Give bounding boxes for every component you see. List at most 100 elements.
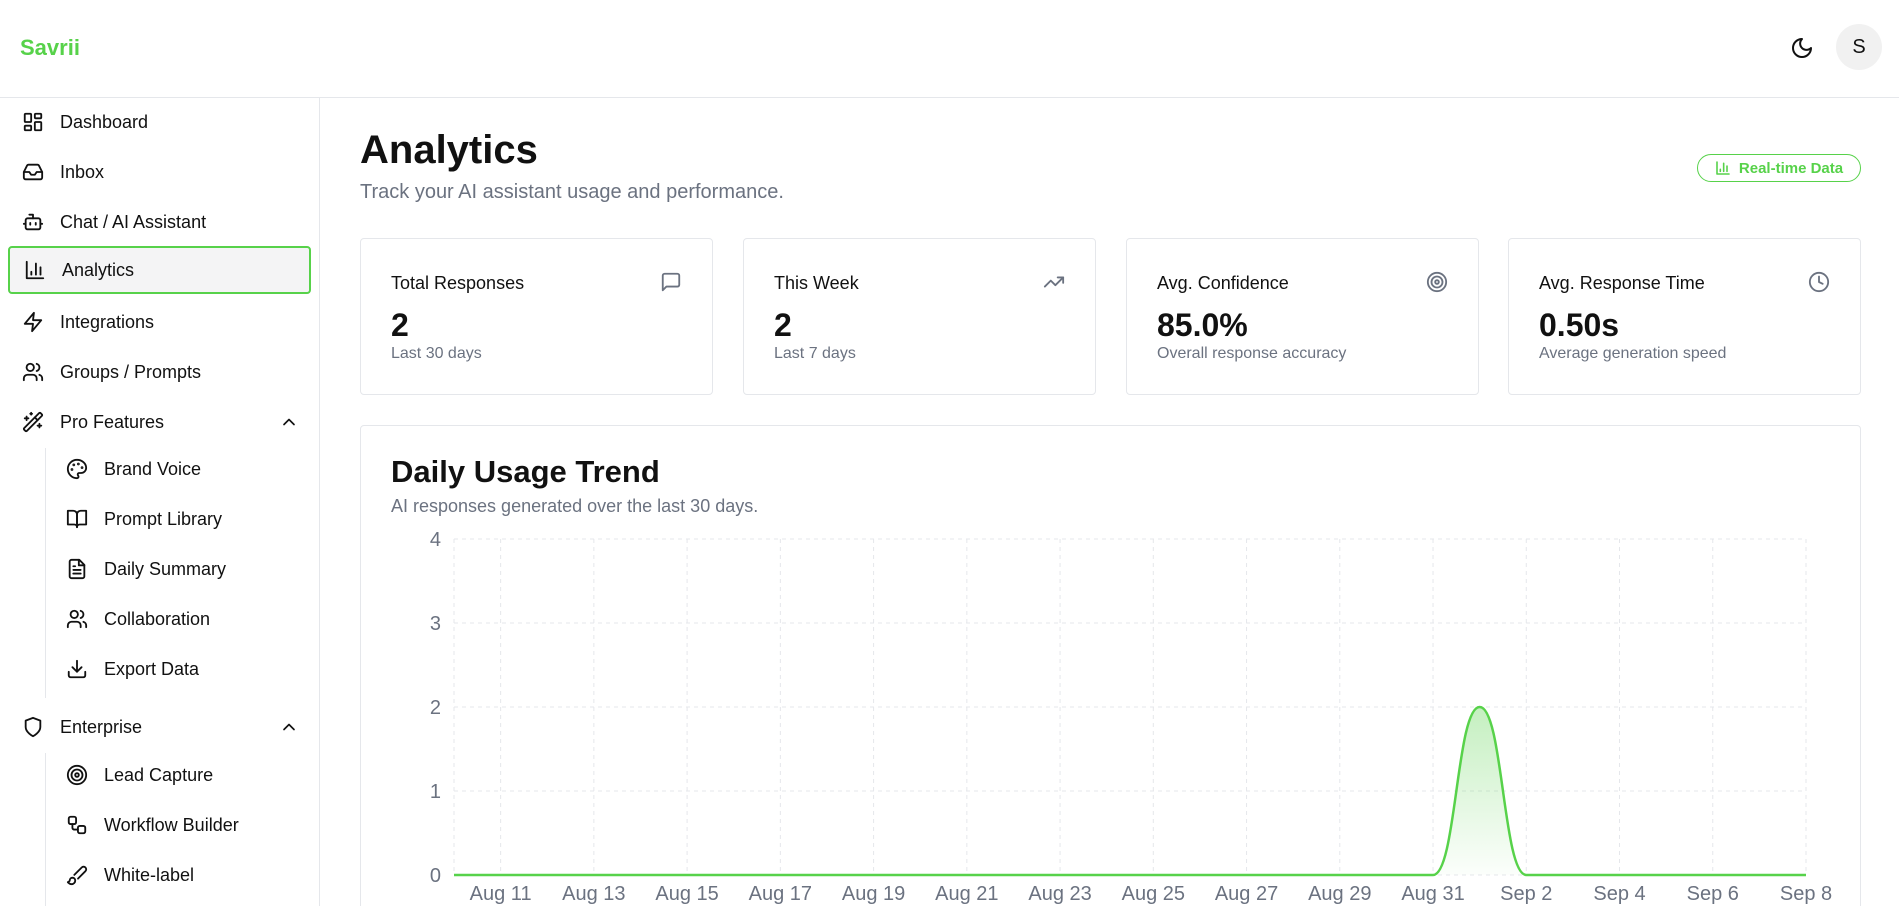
- sidebar-group-label: Enterprise: [60, 716, 143, 737]
- sidebar-group-enterprise[interactable]: Enterprise: [8, 703, 311, 751]
- sidebar-item-lead-capture[interactable]: Lead Capture: [54, 752, 311, 798]
- stat-card-subtitle: Last 7 days: [774, 345, 856, 362]
- usage-point[interactable]: [544, 872, 550, 878]
- chevron-up-icon[interactable]: [279, 717, 299, 737]
- stat-card-title: Avg. Confidence: [1157, 273, 1289, 293]
- sidebar-item-white-label[interactable]: White-label: [54, 852, 311, 898]
- usage-point[interactable]: [1010, 872, 1016, 878]
- sidebar-item-label: Workflow Builder: [104, 814, 239, 835]
- usage-point[interactable]: [1150, 872, 1156, 878]
- shield-icon: [20, 714, 46, 740]
- usage-point[interactable]: [1197, 872, 1203, 878]
- sidebar-item-daily-summary[interactable]: Daily Summary: [54, 546, 311, 592]
- usage-point[interactable]: [498, 872, 504, 878]
- usage-point[interactable]: [1477, 704, 1483, 710]
- book-open-icon: [64, 506, 90, 532]
- target-icon: [1426, 271, 1448, 293]
- usage-point[interactable]: [1756, 872, 1762, 878]
- daily-usage-chart-panel: Daily Usage Trend AI responses generated…: [360, 425, 1861, 906]
- zap-icon: [20, 309, 46, 335]
- sidebar-item-label: Chat / AI Assistant: [60, 211, 207, 232]
- stat-card-title: Avg. Response Time: [1539, 273, 1705, 293]
- y-tick-label: 1: [430, 781, 441, 803]
- usage-point[interactable]: [777, 872, 783, 878]
- sidebar-item-export-data[interactable]: Export Data: [54, 646, 311, 692]
- sidebar-item-label: Integrations: [60, 311, 155, 332]
- sidebar-item-chat[interactable]: Chat / AI Assistant: [8, 198, 311, 246]
- x-tick-label: Sep 4: [1593, 883, 1645, 905]
- usage-point[interactable]: [917, 872, 923, 878]
- user-avatar[interactable]: S: [1836, 24, 1882, 70]
- usage-point[interactable]: [1523, 872, 1529, 878]
- x-tick-label: Aug 31: [1401, 883, 1464, 905]
- x-tick-label: Aug 23: [1028, 883, 1091, 905]
- sidebar-item-inbox[interactable]: Inbox: [8, 148, 311, 196]
- y-tick-label: 2: [430, 697, 441, 719]
- stat-card-total-responses: Total Responses 2 Last 30 days: [360, 238, 713, 395]
- bot-icon: [20, 209, 46, 235]
- stat-card-this-week: This Week 2 Last 7 days: [743, 238, 1096, 395]
- usage-point[interactable]: [824, 872, 830, 878]
- moon-icon: [1792, 38, 1812, 58]
- x-tick-label: Sep 2: [1500, 883, 1552, 905]
- layout-dashboard-icon: [20, 109, 46, 135]
- daily-usage-chart: 0 1 2 3 4 Aug 11 Aug 13 Aug 15 Aug 17 Aug 19 Aug 2…: [430, 529, 1832, 905]
- usage-point[interactable]: [637, 872, 643, 878]
- usage-point[interactable]: [591, 872, 597, 878]
- x-tick-label: Aug 27: [1215, 883, 1278, 905]
- sidebar-item-label: White-label: [104, 864, 195, 885]
- wand-icon: [20, 409, 46, 435]
- usage-point[interactable]: [1663, 872, 1669, 878]
- usage-point[interactable]: [1430, 872, 1436, 878]
- sidebar-item-analytics[interactable]: Analytics: [8, 246, 311, 294]
- brand-logo[interactable]: Savrii: [20, 35, 80, 61]
- theme-toggle-button[interactable]: [1786, 32, 1818, 64]
- sidebar-item-workflow-builder[interactable]: Workflow Builder: [54, 802, 311, 848]
- usage-point[interactable]: [684, 872, 690, 878]
- realtime-badge: Real-time Data: [1697, 154, 1861, 182]
- stat-card-subtitle: Average generation speed: [1539, 345, 1727, 362]
- usage-point[interactable]: [451, 872, 457, 878]
- users-icon: [64, 606, 90, 632]
- sidebar-item-dashboard[interactable]: Dashboard: [8, 98, 311, 146]
- x-tick-label: Aug 13: [562, 883, 625, 905]
- users-icon: [20, 359, 46, 385]
- usage-point[interactable]: [1570, 872, 1576, 878]
- bar-chart-icon: [1716, 161, 1730, 175]
- download-icon: [64, 656, 90, 682]
- usage-point[interactable]: [1104, 872, 1110, 878]
- sidebar-item-label: Lead Capture: [104, 764, 214, 785]
- stat-card-value: 85.0%: [1157, 307, 1248, 343]
- usage-point[interactable]: [1290, 872, 1296, 878]
- stat-card-subtitle: Overall response accuracy: [1157, 345, 1347, 362]
- usage-point[interactable]: [871, 872, 877, 878]
- usage-point[interactable]: [1803, 872, 1809, 878]
- sidebar-item-label: Groups / Prompts: [60, 361, 202, 382]
- chevron-up-icon[interactable]: [279, 412, 299, 432]
- sidebar-item-label: Daily Summary: [104, 558, 227, 579]
- usage-point[interactable]: [731, 872, 737, 878]
- x-tick-label: Aug 15: [655, 883, 718, 905]
- page-subtitle: Track your AI assistant usage and perfor…: [360, 181, 784, 203]
- top-header: Savrii S: [0, 0, 1899, 98]
- usage-point[interactable]: [1710, 872, 1716, 878]
- usage-point[interactable]: [1337, 872, 1343, 878]
- sidebar-item-groups-prompts[interactable]: Groups / Prompts: [8, 348, 311, 396]
- sidebar-item-brand-voice[interactable]: Brand Voice: [54, 446, 311, 492]
- sidebar-item-integrations[interactable]: Integrations: [8, 298, 311, 346]
- y-tick-label: 3: [430, 613, 441, 635]
- sidebar-group-pro-features[interactable]: Pro Features: [8, 398, 311, 446]
- trending-up-icon: [1043, 276, 1065, 288]
- stat-card-avg-response-time: Avg. Response Time 0.50s Average generat…: [1508, 238, 1861, 395]
- usage-point[interactable]: [1057, 872, 1063, 878]
- usage-point[interactable]: [1383, 872, 1389, 878]
- file-text-icon: [64, 556, 90, 582]
- usage-point[interactable]: [1617, 872, 1623, 878]
- usage-point[interactable]: [1244, 872, 1250, 878]
- sidebar-item-prompt-library[interactable]: Prompt Library: [54, 496, 311, 542]
- usage-point[interactable]: [964, 872, 970, 878]
- stat-card-title: This Week: [774, 273, 859, 293]
- brush-icon: [64, 862, 90, 888]
- sidebar-item-collaboration[interactable]: Collaboration: [54, 596, 311, 642]
- x-tick-label: Aug 21: [935, 883, 998, 905]
